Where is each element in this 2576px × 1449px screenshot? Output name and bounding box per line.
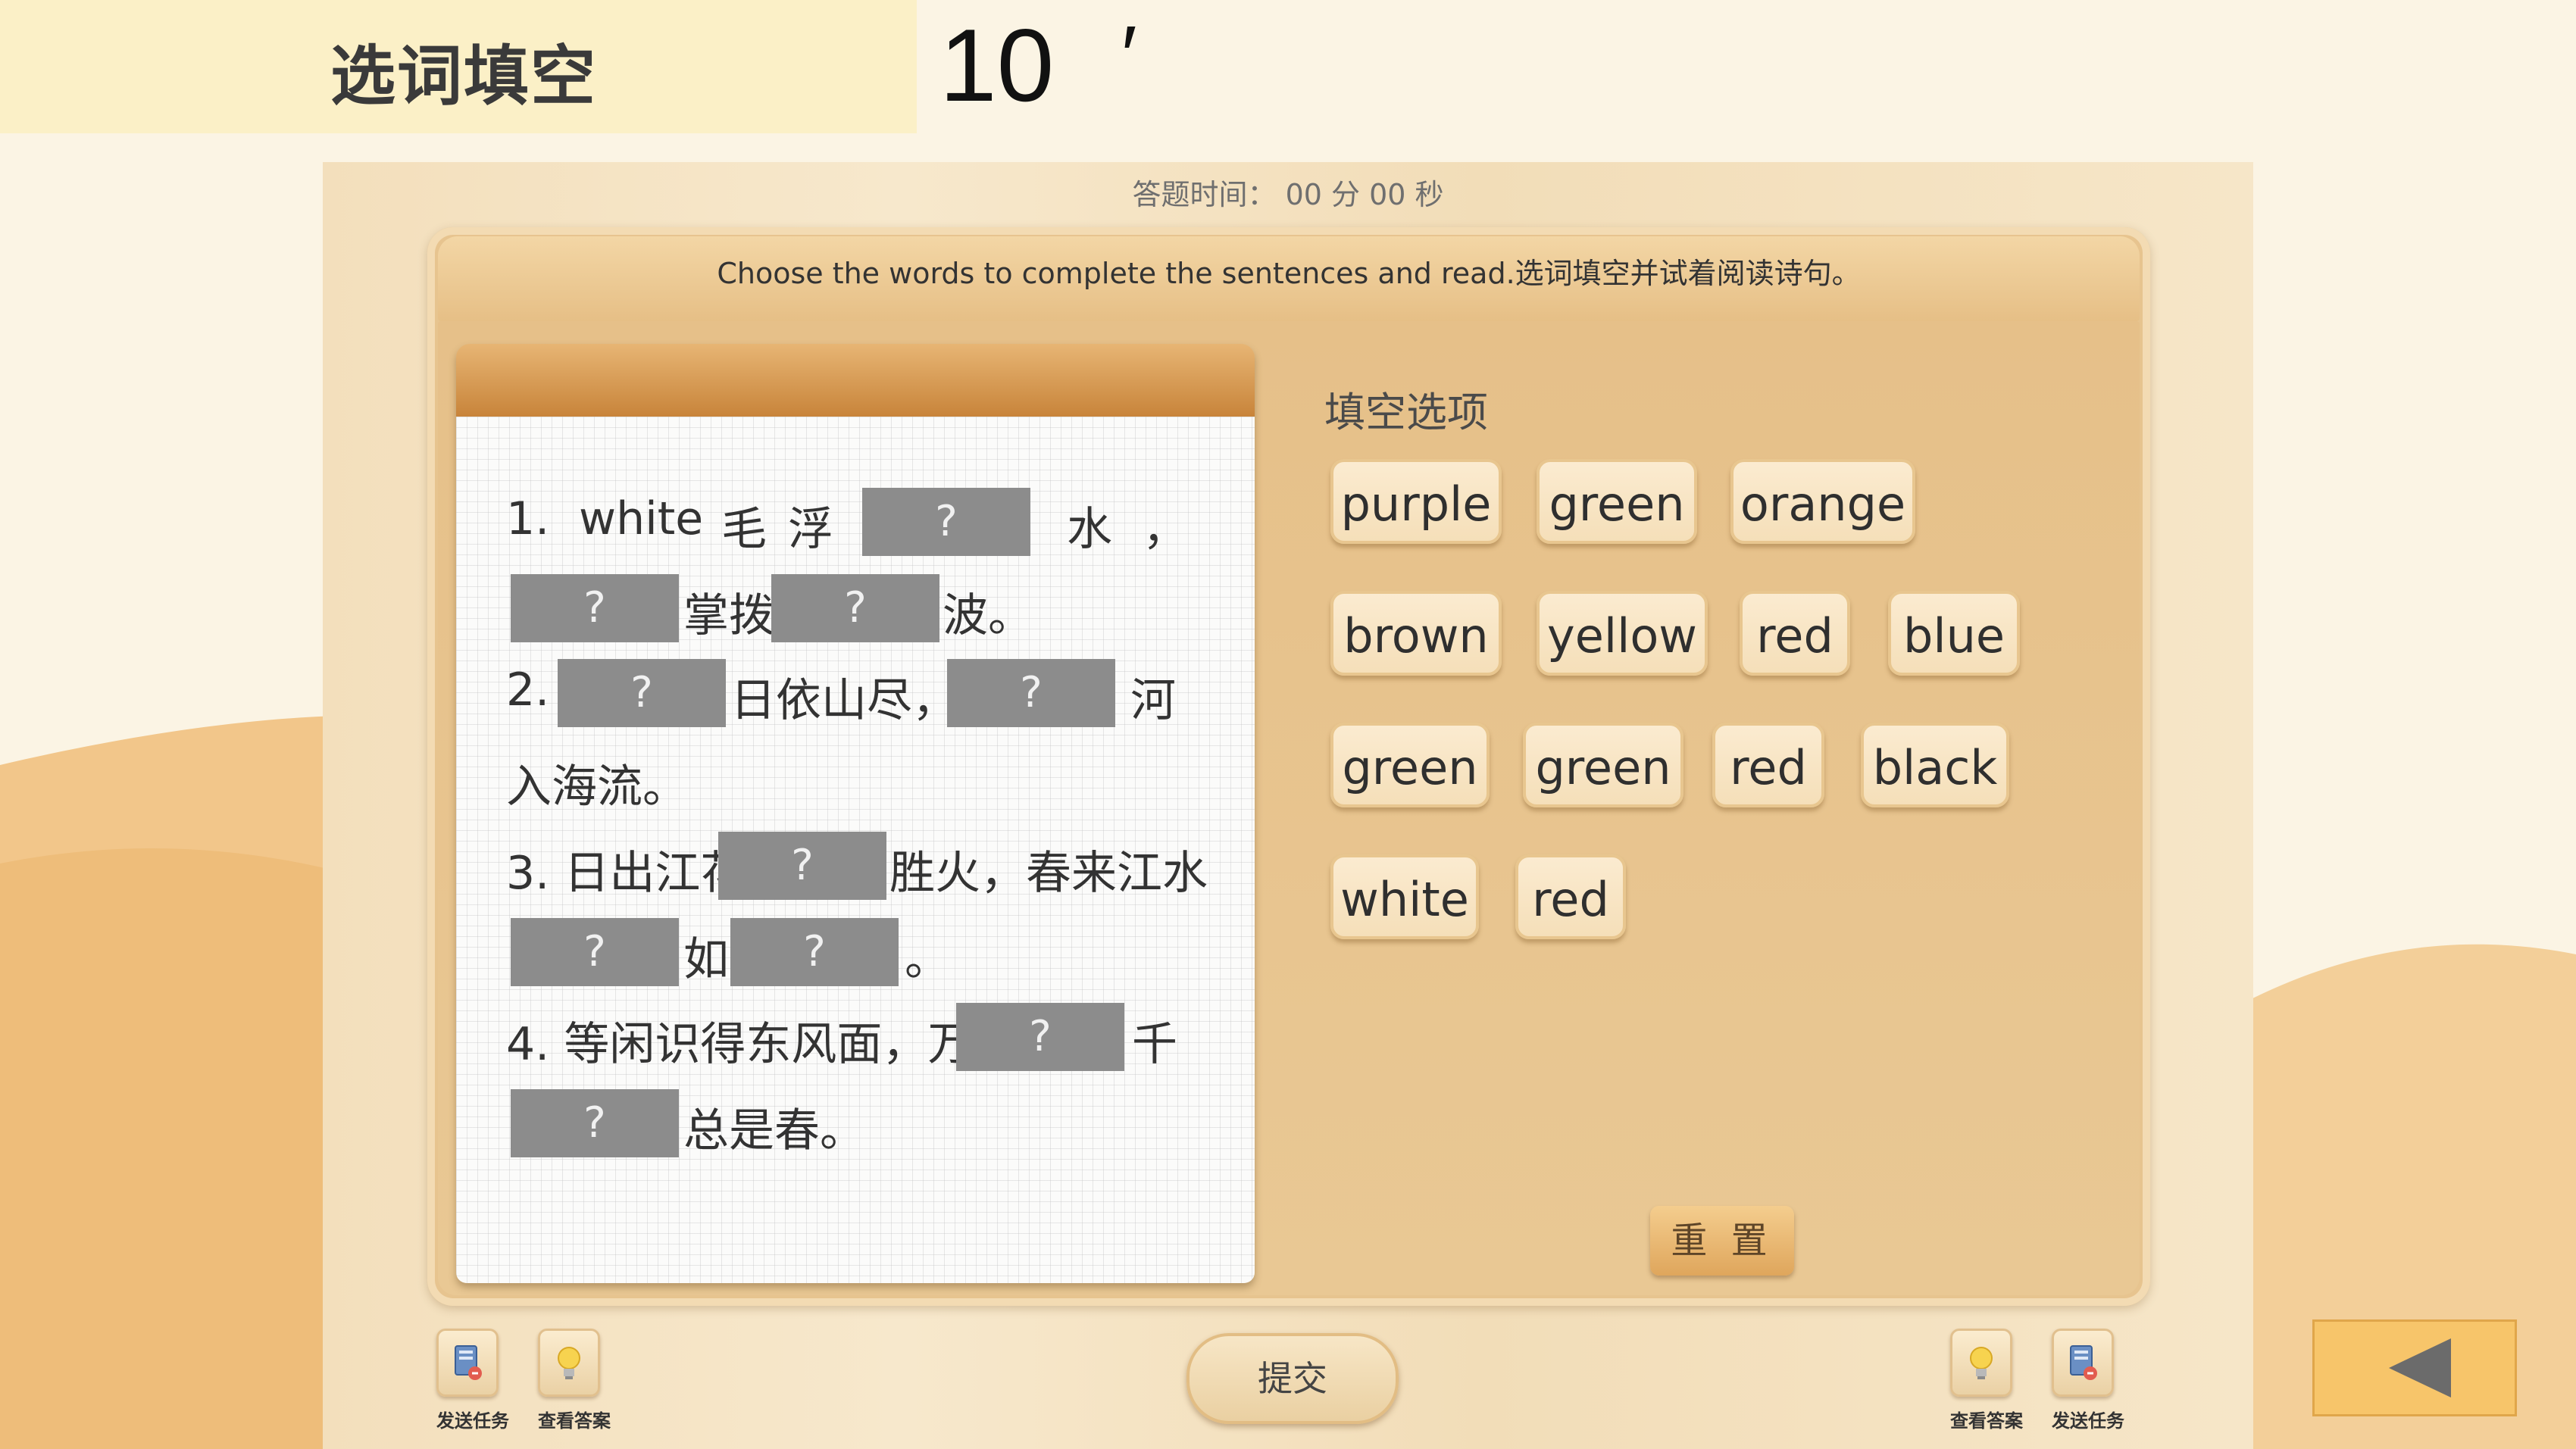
send-task-label: 发送任务	[436, 1410, 509, 1432]
view-answer-label: 查看答案	[538, 1410, 611, 1432]
poem-text: 3. 日出江花	[506, 847, 746, 900]
answer-blank[interactable]: ?	[947, 659, 1115, 727]
poem-text: ，	[1143, 503, 1188, 556]
send-task-icon	[2052, 1329, 2114, 1397]
poem-text: white	[579, 492, 704, 545]
option-chip[interactable]: black	[1861, 723, 2009, 807]
poem-text: 。	[905, 933, 950, 986]
back-arrow-icon	[2389, 1338, 2451, 1397]
poem-text: 4. 等闲识得东风面，万	[506, 1018, 974, 1071]
page-title: 选词填空	[330, 39, 597, 114]
option-chip[interactable]: purple	[1330, 459, 1502, 544]
lightbulb-icon	[538, 1329, 600, 1397]
poem-text: 总是春。	[683, 1104, 865, 1157]
answer-blank[interactable]: ?	[511, 574, 679, 642]
poem-text: 如	[683, 933, 729, 986]
instruction-text: Choose the words to complete the sentenc…	[717, 257, 1861, 290]
view-answer-button-left[interactable]: 查看答案	[538, 1329, 611, 1432]
option-chip[interactable]: orange	[1730, 459, 1915, 544]
poem-text: 入海流。	[506, 760, 688, 814]
instruction-band: Choose the words to complete the sentenc…	[438, 236, 2140, 321]
title-bar: 选词填空	[0, 0, 917, 133]
lightbulb-icon	[1950, 1329, 2012, 1397]
poem-text: 日依山尽，	[730, 674, 958, 727]
send-task-label: 发送任务	[2052, 1410, 2124, 1432]
option-chip[interactable]: brown	[1330, 591, 1502, 676]
poem-text: 水	[1067, 503, 1112, 556]
line-number: 1.	[506, 492, 550, 545]
answer-blank[interactable]: ?	[956, 1003, 1124, 1071]
answer-time: 答题时间： 00 分 00 秒	[1132, 178, 1444, 211]
poem-text: 千	[1132, 1018, 1177, 1071]
poem-text: 浮	[788, 503, 833, 556]
notebook-page: 1. white 毛 浮 ? 水 ， ? 掌拨 ? 波。 2. ? 日依山尽， …	[456, 417, 1255, 1283]
countdown-unit: ′	[1121, 9, 1137, 102]
send-task-button-right[interactable]: 发送任务	[2052, 1329, 2124, 1432]
option-chip[interactable]: green	[1523, 723, 1683, 807]
view-answer-label: 查看答案	[1950, 1410, 2023, 1432]
option-chip[interactable]: yellow	[1537, 591, 1708, 676]
poem-text: 波。	[943, 589, 1033, 642]
answer-blank[interactable]: ?	[511, 918, 679, 986]
back-button[interactable]	[2312, 1319, 2517, 1416]
answer-blank[interactable]: ?	[511, 1089, 679, 1157]
view-answer-button-right[interactable]: 查看答案	[1950, 1329, 2023, 1432]
notebook-header	[456, 344, 1255, 417]
poem-text: 掌拨	[683, 589, 774, 642]
answer-blank[interactable]: ?	[558, 659, 726, 727]
option-chip[interactable]: green	[1330, 723, 1490, 807]
poem-text: 河	[1130, 674, 1176, 727]
option-chip[interactable]: red	[1740, 591, 1850, 676]
poem-text: 胜火，春来江水	[889, 847, 1208, 900]
options-title: 填空选项	[1324, 389, 1488, 436]
answer-blank[interactable]: ?	[730, 918, 899, 986]
exercise-window: 答题时间： 00 分 00 秒 Choose the words to comp…	[323, 162, 2253, 1449]
submit-button[interactable]: 提交	[1186, 1333, 1399, 1424]
send-task-button-left[interactable]: 发送任务	[436, 1329, 509, 1432]
send-task-icon	[436, 1329, 499, 1397]
poem-text: 毛	[721, 503, 767, 556]
poem-notebook: 1. white 毛 浮 ? 水 ， ? 掌拨 ? 波。 2. ? 日依山尽， …	[456, 344, 1255, 1283]
option-chip[interactable]: blue	[1888, 591, 2020, 676]
line-number: 2.	[506, 664, 550, 717]
answer-blank[interactable]: ?	[771, 574, 939, 642]
countdown-value: 10	[939, 8, 1055, 123]
reset-button[interactable]: 重 置	[1650, 1206, 1794, 1276]
option-chip[interactable]: red	[1515, 854, 1626, 939]
answer-blank[interactable]: ?	[862, 488, 1030, 556]
option-chip[interactable]: white	[1330, 854, 1479, 939]
option-chip[interactable]: green	[1537, 459, 1697, 544]
option-chip[interactable]: red	[1712, 723, 1824, 807]
answer-blank[interactable]: ?	[718, 832, 886, 900]
